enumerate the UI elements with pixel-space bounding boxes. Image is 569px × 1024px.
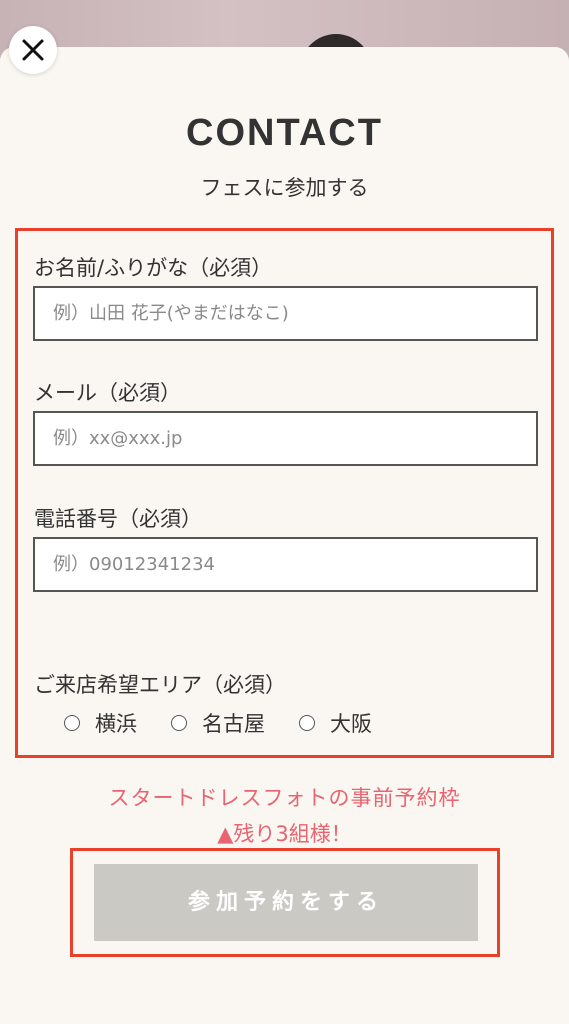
close-icon (22, 39, 44, 61)
phone-input[interactable] (33, 537, 538, 592)
page-title: CONTACT (186, 112, 383, 154)
remaining-slots-notice: ▲残り3組様！ (217, 822, 352, 846)
radio-circle-icon[interactable] (171, 715, 187, 731)
page-subtitle: フェスに参加する (200, 176, 369, 200)
reservation-notice: スタートドレスフォトの事前予約枠 (108, 786, 461, 810)
area-option-label: 大阪 (330, 712, 372, 736)
area-label: ご来店希望エリア（必須） (34, 673, 286, 697)
email-input[interactable] (33, 411, 538, 466)
radio-circle-icon[interactable] (299, 715, 315, 731)
area-option-label: 名古屋 (202, 712, 265, 736)
area-radio-group: 横浜 名古屋 大阪 (64, 708, 406, 738)
name-input[interactable] (33, 286, 538, 341)
area-option-osaka[interactable]: 大阪 (299, 708, 372, 738)
phone-label: 電話番号（必須） (34, 507, 202, 531)
radio-circle-icon[interactable] (64, 715, 80, 731)
close-button[interactable] (9, 26, 57, 74)
email-label: メール（必須） (34, 381, 181, 405)
area-option-yokohama[interactable]: 横浜 (64, 708, 137, 738)
area-option-label: 横浜 (95, 712, 137, 736)
name-label: お名前/ふりがな（必須） (34, 256, 273, 280)
submit-button[interactable]: 参加予約をする (94, 864, 478, 941)
area-option-nagoya[interactable]: 名古屋 (171, 708, 265, 738)
